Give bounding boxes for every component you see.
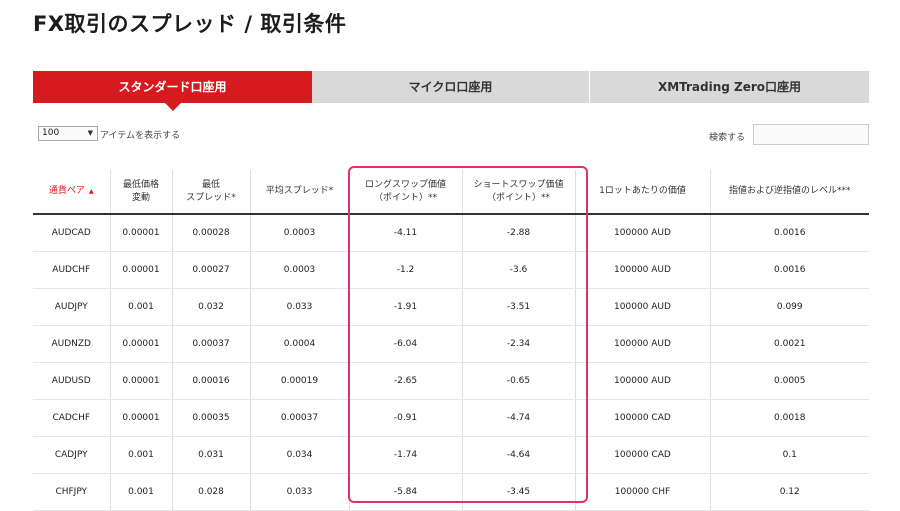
table-row: AUDUSD 0.00001 0.00016 0.00019 -2.65 -0.65 100… [33,362,869,400]
col-min-spread[interactable]: 最低 スプレッド* [172,170,251,215]
table-header-row: 通貨ペア ▲ 最低価格 変動 最低 スプレッド* 平均スプレッド* ロングスワップ価値 （… [33,170,869,215]
table-cell: -2.88 [462,214,576,252]
table-cell: 100000 CAD [575,436,711,474]
table-cell: 0.0018 [710,399,869,437]
items-per-page-label: アイテムを表示する [100,131,181,141]
table-cell: AUDCAD [33,214,111,252]
col-long-swap[interactable]: ロングスワップ価値 （ポイント）** [349,170,463,215]
table-cell: -4.74 [462,399,576,437]
table-cell: 0.00001 [110,362,173,400]
table-cell: 0.032 [172,288,251,326]
table-cell: AUDUSD [33,362,111,400]
spread-table: 通貨ペア ▲ 最低価格 変動 最低 スプレッド* 平均スプレッド* ロングスワップ価値 （… [33,170,869,511]
table-cell: 100000 AUD [575,288,711,326]
table-cell: -0.65 [462,362,576,400]
col-avg-spread[interactable]: 平均スプレッド* [250,170,350,215]
sort-ascending-icon: ▲ [88,188,94,195]
table-cell: 0.00001 [110,214,173,252]
table-cell: 0.0003 [250,251,350,289]
table-row: AUDCHF 0.00001 0.00027 0.0003 -1.2 -3.6 100000… [33,251,869,289]
table-cell: 100000 CAD [575,399,711,437]
table-cell: 0.00037 [250,399,350,437]
col-limit-stop-level[interactable]: 指値および逆指値のレベル*** [710,170,869,215]
table-cell: 0.099 [710,288,869,326]
table-cell: 100000 AUD [575,214,711,252]
col-currency-pair[interactable]: 通貨ペア ▲ [33,170,111,215]
table-cell: AUDNZD [33,325,111,363]
table-row: AUDNZD 0.00001 0.00037 0.0004 -6.04 -2.34 1000… [33,325,869,363]
table-cell: -2.65 [349,362,463,400]
table-row: CADCHF 0.00001 0.00035 0.00037 -0.91 -4.74 100… [33,399,869,437]
table-cell: 0.00001 [110,325,173,363]
table-cell: -3.6 [462,251,576,289]
table-cell: 0.00001 [110,399,173,437]
search-label: 検索する [708,133,745,143]
chevron-down-icon: ▼ [87,129,93,137]
tab-zero-account[interactable]: XMTrading Zero口座用 [590,71,869,103]
table-cell: -1.2 [349,251,463,289]
table-cell: -4.64 [462,436,576,474]
items-per-page-value: 100 [42,128,60,138]
table-cell: 100000 AUD [575,251,711,289]
table-cell: -4.11 [349,214,463,252]
table-cell: 100000 AUD [575,362,711,400]
table-cell: 0.0005 [710,362,869,400]
col-min-price-change[interactable]: 最低価格 変動 [110,170,173,215]
table-row: CADJPY 0.001 0.031 0.034 -1.74 -4.64 100000 CA… [33,436,869,474]
items-per-page-select[interactable]: 100 ▼ [38,126,98,141]
search-input[interactable] [753,124,869,145]
table-row: AUDCAD 0.00001 0.00028 0.0003 -4.11 -2.88 1000… [33,214,869,252]
tab-standard-account[interactable]: スタンダード口座用 [33,71,312,111]
table-cell: -0.91 [349,399,463,437]
table-cell: 0.1 [710,436,869,474]
table-cell: 0.0016 [710,214,869,252]
table-body: AUDCAD 0.00001 0.00028 0.0003 -4.11 -2.88 1000… [33,214,869,511]
table-cell: 0.0016 [710,251,869,289]
table-cell: 0.001 [110,436,173,474]
account-tabs: スタンダード口座用 マイクロ口座用 XMTrading Zero口座用 [33,71,869,111]
table-cell: 0.00019 [250,362,350,400]
header-label: 指値および逆指値のレベル*** [728,186,851,196]
table-cell: 0.00037 [172,325,251,363]
table-cell: 0.00035 [172,399,251,437]
tab-micro-account[interactable]: マイクロ口座用 [312,71,590,103]
header-label: 1ロットあたりの価値 [599,186,686,196]
header-label: 最低価格 変動 [122,179,159,203]
table-cell: 0.00016 [172,362,251,400]
table-controls: 100 ▼ アイテムを表示する 検索する [33,124,869,146]
table-cell: 0.00027 [172,251,251,289]
page-title: FX取引のスプレッド / 取引条件 [33,12,347,36]
header-label: ロングスワップ価値 （ポイント）** [364,179,446,203]
table-cell: 0.031 [172,436,251,474]
table-cell: 0.0021 [710,325,869,363]
table-row: AUDJPY 0.001 0.032 0.033 -1.91 -3.51 100000 AU… [33,288,869,326]
table-cell: CADCHF [33,399,111,437]
header-label: 通貨ペア [48,186,85,196]
table-cell: 0.001 [110,288,173,326]
table-cell: CADJPY [33,436,111,474]
table-cell: 0.00001 [110,251,173,289]
table-cell: 100000 AUD [575,325,711,363]
table-cell: 0.0004 [250,325,350,363]
header-label: ショートスワップ価値 （ポイント）** [473,179,564,203]
table-cell: -6.04 [349,325,463,363]
table-cell: AUDJPY [33,288,111,326]
header-label: 平均スプレッド* [265,186,334,196]
table-cell: 0.034 [250,436,350,474]
table-cell: AUDCHF [33,251,111,289]
table-cell: 0.0003 [250,214,350,252]
col-short-swap[interactable]: ショートスワップ価値 （ポイント）** [462,170,576,215]
col-lot-value[interactable]: 1ロットあたりの価値 [575,170,711,215]
table-cell: -1.91 [349,288,463,326]
table-cell: -1.74 [349,436,463,474]
table-cell: -3.51 [462,288,576,326]
header-label: 最低 スプレッド* [186,179,236,203]
table-cell: 0.00028 [172,214,251,252]
table-cell: 0.033 [250,288,350,326]
table-cell: -2.34 [462,325,576,363]
